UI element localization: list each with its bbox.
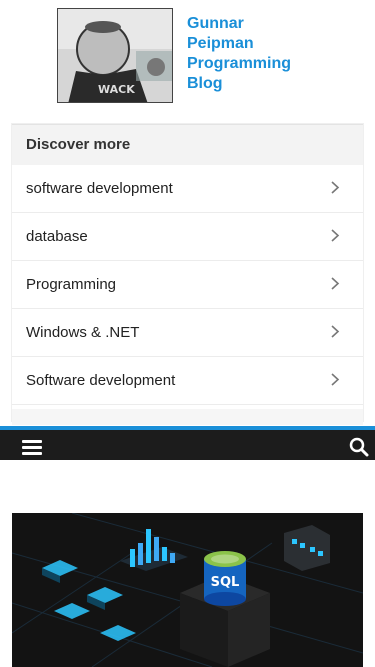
svg-text:WACK: WACK — [98, 83, 135, 96]
discover-item-software-development-2[interactable]: Software development — [12, 357, 363, 405]
discover-item-label: database — [26, 228, 88, 245]
discover-item-software-development[interactable]: software development — [12, 165, 363, 213]
discover-item-label: Software development — [26, 372, 176, 389]
discover-more-panel: Discover more software development datab… — [12, 124, 363, 425]
chevron-right-icon — [331, 229, 340, 242]
chevron-right-icon — [331, 277, 340, 290]
sql-badge: SQL — [211, 575, 240, 590]
search-icon[interactable] — [349, 437, 369, 457]
blog-title-line: Blog — [187, 75, 223, 92]
discover-heading: Discover more — [12, 125, 363, 165]
featured-image[interactable]: SQL — [12, 513, 363, 667]
blog-title[interactable]: Gunnar Peipman Programming Blog — [187, 14, 337, 94]
discover-item-label: software development — [26, 180, 173, 197]
blog-title-line: Programming — [187, 55, 292, 72]
discover-footer — [12, 409, 363, 425]
discover-item-label: Programming — [26, 276, 117, 293]
main-navbar — [0, 426, 375, 460]
chevron-right-icon — [331, 325, 340, 338]
discover-item-database[interactable]: database — [12, 213, 363, 261]
blog-title-line: Gunnar — [187, 15, 244, 32]
chevron-right-icon — [331, 373, 340, 386]
hamburger-icon[interactable] — [22, 440, 42, 456]
discover-item-label: Windows & .NET — [26, 324, 140, 341]
discover-item-programming[interactable]: Programming — [12, 261, 363, 309]
author-avatar[interactable]: WACK — [57, 8, 173, 103]
chevron-right-icon — [331, 181, 340, 194]
site-header: WACK Gunnar Peipman Programming Blog — [0, 0, 375, 112]
discover-item-windows-net[interactable]: Windows & .NET — [12, 309, 363, 357]
blog-title-line: Peipman — [187, 35, 254, 52]
